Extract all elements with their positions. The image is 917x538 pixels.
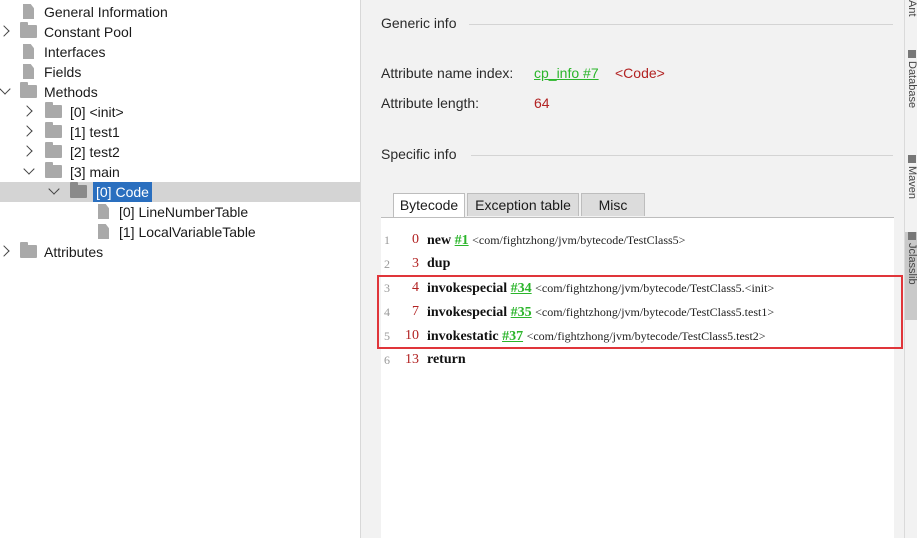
tool-tab-label: Database: [906, 61, 917, 109]
jclasslib-icon: [908, 232, 916, 240]
tree-item-method-init[interactable]: [0] <init>: [0, 102, 360, 122]
folder-icon: [45, 122, 62, 138]
chevron-right-icon[interactable]: [0, 245, 10, 257]
folder-icon: [45, 142, 62, 158]
opcode: return: [427, 352, 466, 367]
tree-item-label: Attributes: [44, 244, 104, 260]
tree-item-label: [1] LocalVariableTable: [119, 224, 256, 240]
chevron-right-icon[interactable]: [21, 125, 33, 137]
tree-item-line-number-table[interactable]: [0] LineNumberTable: [0, 202, 360, 222]
folder-icon: [70, 182, 87, 198]
document-icon: [23, 4, 34, 19]
tree-item-label: [2] test2: [70, 144, 120, 160]
tree-item-constant-pool[interactable]: Constant Pool: [0, 22, 360, 42]
opcode: new: [427, 233, 452, 248]
tool-tab-ant[interactable]: Ant: [905, 0, 917, 24]
tree-item-label: [1] test1: [70, 124, 120, 140]
tab-bar: Bytecode Exception table Misc: [381, 193, 894, 218]
tree-item-label: Methods: [44, 84, 98, 100]
tree-item-label: [0] Code: [93, 182, 152, 202]
opcode: dup: [427, 256, 451, 271]
tool-window-strip: Ant Database Maven Jclasslib: [904, 0, 917, 538]
tool-tab-label: Maven: [906, 166, 917, 200]
attribute-length-label: Attribute length:: [381, 95, 480, 111]
tab-misc[interactable]: Misc: [581, 193, 645, 216]
chevron-right-icon[interactable]: [21, 105, 33, 117]
tree-item-method-test1[interactable]: [1] test1: [0, 122, 360, 142]
tool-tab-database[interactable]: Database: [905, 50, 917, 130]
divider: [471, 155, 893, 156]
document-icon: [23, 64, 34, 79]
tree-item-fields[interactable]: Fields: [0, 62, 360, 82]
chevron-right-icon[interactable]: [0, 25, 10, 37]
specific-info-title: Specific info: [381, 146, 457, 162]
tool-tab-label: Ant: [906, 0, 917, 17]
tree-item-label: [0] LineNumberTable: [119, 204, 249, 220]
constant-pool-ref-link[interactable]: #1: [455, 233, 469, 248]
tree-item-methods[interactable]: Methods: [0, 82, 360, 102]
chevron-down-icon[interactable]: [48, 183, 60, 195]
tree-item-attributes[interactable]: Attributes: [0, 242, 360, 262]
bytecode-offset: 3: [412, 256, 419, 271]
bytecode-offset: 13: [405, 352, 419, 367]
tree-item-general-information[interactable]: General Information: [0, 2, 360, 22]
tab-label: Misc: [598, 197, 628, 213]
folder-icon: [45, 102, 62, 118]
divider: [469, 24, 893, 25]
tool-tab-label: Jclasslib: [906, 243, 917, 285]
bytecode-offset: 0: [412, 232, 419, 247]
class-structure-tree: General Information Constant Pool Interf…: [0, 0, 361, 538]
tree-item-label: Constant Pool: [44, 24, 132, 40]
chevron-right-icon[interactable]: [21, 145, 33, 157]
folder-icon: [20, 22, 37, 38]
bytecode-listing: 1 0 new #1 <com/fightzhong/jvm/bytecode/…: [381, 218, 894, 538]
document-icon: [98, 224, 109, 239]
tool-tab-jclasslib[interactable]: Jclasslib: [905, 232, 917, 320]
tree-item-interfaces[interactable]: Interfaces: [0, 42, 360, 62]
tree-item-local-variable-table[interactable]: [1] LocalVariableTable: [0, 222, 360, 242]
attribute-name-value: <Code>: [615, 65, 665, 81]
database-icon: [908, 50, 916, 58]
tab-exception-table[interactable]: Exception table: [467, 193, 579, 216]
tool-tab-maven[interactable]: Maven: [905, 155, 917, 215]
tree-item-label: [0] <init>: [70, 104, 124, 120]
tree-item-label: Fields: [44, 64, 82, 80]
tree-item-label: [3] main: [70, 164, 120, 180]
generic-info-title: Generic info: [381, 15, 457, 31]
document-icon: [23, 44, 34, 59]
tree-item-code-selected[interactable]: [0] Code: [0, 182, 360, 202]
code-line: 2 3 dup: [381, 252, 894, 276]
tree-item-method-test2[interactable]: [2] test2: [0, 142, 360, 162]
document-icon: [98, 204, 109, 219]
code-line: 6 13 return: [381, 348, 894, 372]
maven-icon: [908, 155, 916, 163]
tab-label: Exception table: [475, 197, 571, 213]
folder-icon: [20, 82, 37, 98]
code-line: 1 0 new #1 <com/fightzhong/jvm/bytecode/…: [381, 228, 894, 252]
tab-label: Bytecode: [399, 197, 459, 213]
code-comment: <com/fightzhong/jvm/bytecode/TestClass5>: [472, 233, 686, 247]
tree-item-label: General Information: [44, 4, 168, 20]
attribute-detail-panel: Generic info Attribute name index: cp_in…: [361, 0, 904, 538]
chevron-down-icon[interactable]: [23, 163, 35, 175]
highlight-box: [377, 275, 903, 349]
folder-icon: [20, 242, 37, 258]
tab-bytecode[interactable]: Bytecode: [393, 193, 465, 217]
folder-icon: [45, 162, 62, 178]
attribute-name-index-label: Attribute name index:: [381, 65, 514, 81]
chevron-down-icon[interactable]: [0, 83, 11, 95]
attribute-length-value: 64: [534, 95, 550, 111]
tree-item-label: Interfaces: [44, 44, 106, 60]
tree-item-method-main[interactable]: [3] main: [0, 162, 360, 182]
cp-info-link[interactable]: cp_info #7: [534, 65, 599, 81]
